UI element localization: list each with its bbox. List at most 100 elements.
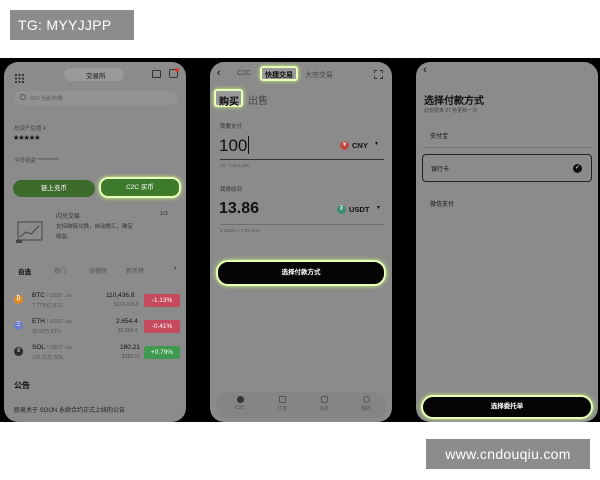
tab-quick-trade-label: 快捷交易 (265, 72, 293, 79)
divider (220, 224, 384, 225)
pay-amount-input[interactable]: 100 (219, 136, 247, 156)
people-icon (236, 396, 244, 403)
payment-option-wechat[interactable]: 微信支付 (422, 190, 592, 216)
nav-messages[interactable]: 消息 (314, 396, 334, 412)
flash-title: 闪兑交易 (56, 214, 81, 220)
coin-cny-price: $110,436.8 (114, 302, 139, 308)
nav-profile-label: 我的 (360, 406, 371, 412)
tab-gainers[interactable]: 涨幅榜 (89, 266, 107, 275)
coin-symbol: BTC / USDT 10x (32, 292, 73, 299)
gift-icon[interactable] (152, 70, 161, 78)
tab-favorites[interactable]: 自选 (18, 266, 31, 276)
coin-volume: 30.92万 ETH (32, 329, 61, 335)
menu-grid-icon[interactable] (15, 70, 24, 83)
receive-amount: 13.86 (219, 200, 260, 217)
flash-page: 1/3 (160, 211, 168, 217)
payment-method-screen: ‹ 选择付款方式 此刻费率 27 秒更新一次 支付宝 银行卡 ✓ 微信支付 选择… (416, 62, 598, 422)
ethereum-icon: Ξ (14, 321, 23, 330)
coin-cny-price: $2,654.4 (118, 328, 138, 334)
sell-tab[interactable]: 出售 (248, 92, 268, 107)
market-tabs: 自选 热门 涨幅榜 新币榜 › (14, 265, 182, 277)
check-icon: ✓ (573, 164, 582, 173)
flash-desc-2: 收益。 (56, 234, 73, 240)
coin-symbol: ETH / USDT 10x (32, 318, 73, 325)
nav-orders[interactable]: 订单 (272, 396, 292, 412)
pnl-label: 今日收益 ********** (14, 158, 59, 164)
option-label: 支付宝 (430, 134, 449, 140)
chevron-down-icon: ▾ (377, 205, 381, 211)
buy-tab-label: 购买 (219, 97, 239, 108)
pay-label: 我要支付 (220, 124, 243, 130)
currency-selector[interactable]: ¥ CNY ▾ (340, 140, 385, 152)
page-title: 选择付款方式 (424, 96, 484, 107)
message-icon (320, 396, 328, 403)
nav-c2c[interactable]: C2C (230, 396, 250, 411)
chart-illustration-icon (16, 221, 43, 243)
exchange-label: 交易所 (86, 73, 106, 80)
list-item[interactable]: ₿ BTC / USDT 10x 7.77万亿 BTC 110,436.8 $1… (14, 290, 182, 314)
coin-cny-price: $180.21 (122, 354, 141, 360)
select-payment-method-button[interactable]: 选择付款方式 (216, 260, 386, 286)
home-screen: 交易所 SUI 当前热搜 总资产估值 ¥ ***** 今日收益 ********… (4, 62, 186, 422)
receive-label: 我将收到 (220, 187, 243, 193)
telegram-watermark: TG: MYYJJPP (10, 10, 134, 40)
page-subtitle: 此刻费率 27 秒更新一次 (424, 108, 478, 114)
search-bar[interactable]: SUI 当前热搜 (14, 91, 178, 105)
text-cursor (248, 136, 249, 154)
notification-icon[interactable] (169, 68, 179, 78)
coin-price: 2,654.4 (116, 318, 138, 325)
nav-messages-label: 消息 (318, 406, 329, 412)
c2c-buy-button[interactable]: C2C 买币 (99, 177, 181, 198)
list-item[interactable]: Ξ ETH / USDT 10x 30.92万 ETH 2,654.4 $2,6… (14, 316, 182, 340)
coin-price: 110,436.8 (106, 292, 135, 299)
buy-tab[interactable]: 购买 (214, 89, 243, 108)
back-arrow-icon[interactable]: ‹ (423, 64, 427, 76)
site-watermark: www.cndouqiu.com (426, 439, 590, 469)
nav-c2c-label: C2C (234, 405, 245, 411)
exchange-rate: 1 USDT ≈ 7.21 CNY (220, 228, 261, 233)
search-placeholder: SUI 当前热搜 (30, 96, 63, 102)
assets-value: ***** (14, 134, 41, 146)
receive-currency: USDT (349, 205, 370, 214)
quick-trade-screen: ‹ C2C 快捷交易 大宗交易 购买 出售 我要支付 100 ¥ CNY ▾ 1… (210, 62, 392, 422)
solana-icon: ≡ (14, 347, 23, 356)
orders-icon (278, 396, 286, 403)
payment-option-bank-card[interactable]: 银行卡 ✓ (422, 154, 592, 182)
scan-icon[interactable] (374, 70, 383, 79)
onchain-deposit-button[interactable]: 链上充币 (13, 180, 95, 197)
announcement-text[interactable]: 欧易关于 SOON 永续合约正式上线的公告 (14, 405, 125, 414)
list-item[interactable]: ≡ SOL / USDT 10x 105.21万 SOL 180.21 $180… (14, 342, 182, 366)
tab-block-trade[interactable]: 大宗交易 (305, 70, 333, 80)
flash-desc-1: 支持跨链兑换，自动换汇，确定 (56, 224, 134, 230)
user-icon (362, 396, 370, 403)
coin-symbol: SOL / USDT 10x (32, 344, 73, 351)
tab-hot[interactable]: 热门 (54, 266, 66, 275)
pay-limit: 10 - 7,000,000 (220, 163, 250, 168)
price-change-badge: -0.41% (144, 320, 180, 333)
chevron-right-icon[interactable]: › (174, 265, 176, 272)
announcement-title: 公告 (14, 381, 30, 390)
usdt-icon: ₮ (337, 205, 346, 214)
bitcoin-icon: ₿ (14, 295, 23, 304)
exchange-switch[interactable]: 交易所 (64, 68, 124, 81)
price-change-badge: +0.79% (144, 346, 180, 359)
payment-option-alipay[interactable]: 支付宝 (422, 122, 592, 148)
cny-icon: ¥ (340, 141, 349, 150)
tab-quick-trade[interactable]: 快捷交易 (260, 66, 298, 81)
divider (220, 159, 384, 160)
coin-volume: 7.77万亿 BTC (32, 303, 64, 309)
bottom-nav: C2C 订单 消息 我的 (216, 392, 386, 418)
coin-price: 180.21 (120, 344, 140, 351)
coin-volume: 105.21万 SOL (32, 355, 64, 361)
select-order-button[interactable]: 选择委托单 (421, 395, 593, 419)
back-arrow-icon[interactable]: ‹ (217, 67, 221, 79)
flash-swap-banner[interactable]: 闪兑交易 1/3 支持跨链兑换，自动换汇，确定 收益。 (14, 208, 178, 250)
chevron-down-icon: ▾ (375, 141, 379, 147)
assets-label: 总资产估值 ¥ (14, 126, 47, 132)
price-change-badge: -1.13% (144, 294, 180, 307)
nav-profile[interactable]: 我的 (356, 396, 376, 412)
currency-selector[interactable]: ₮ USDT ▾ (337, 204, 387, 216)
tab-new[interactable]: 新币榜 (126, 266, 144, 275)
tab-c2c[interactable]: C2C (237, 70, 251, 77)
pay-currency: CNY (352, 141, 368, 150)
